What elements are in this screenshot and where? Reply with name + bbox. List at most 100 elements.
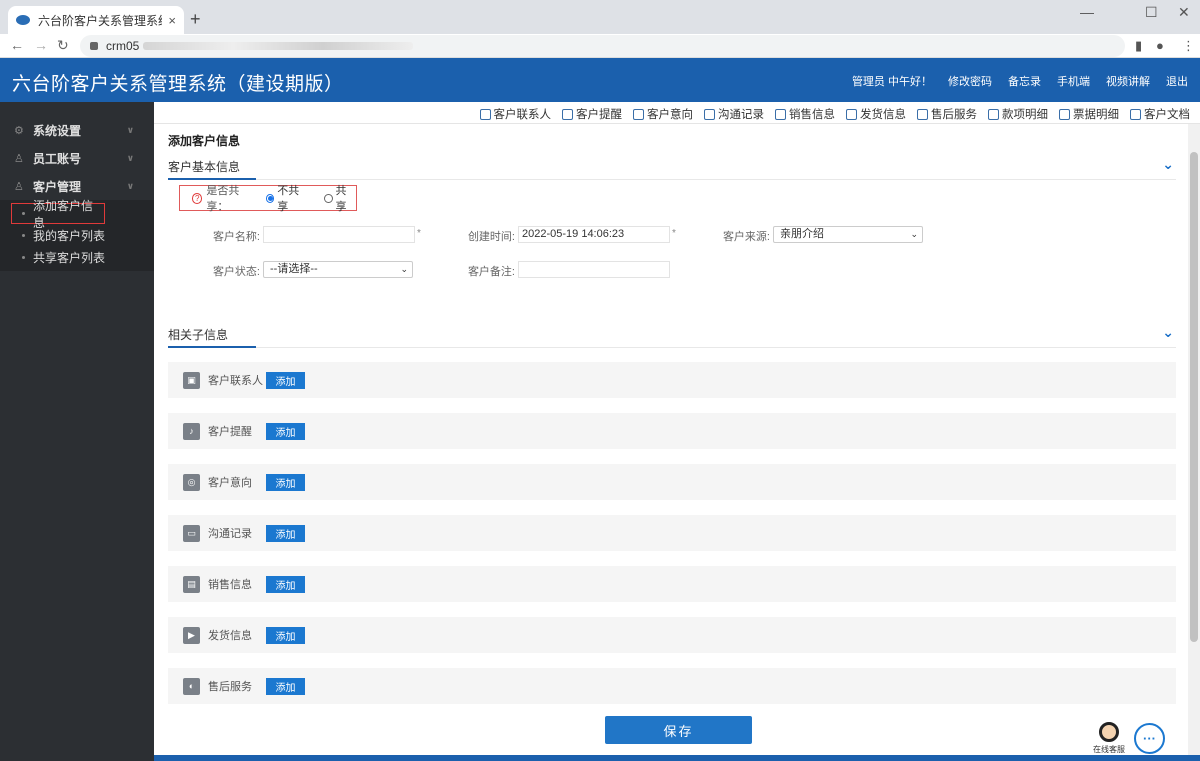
sub-card-label: 客户意向	[208, 477, 252, 489]
browser-tab[interactable]: 六台阶客户关系管理系统（建设期 ×	[8, 6, 184, 34]
toolbar-after-sales[interactable]: 售后服务	[917, 106, 977, 122]
sidebar-top-spacer	[0, 102, 154, 116]
logout-link[interactable]: 退出	[1166, 73, 1188, 89]
chevron-down-icon[interactable]: ⌄	[1162, 324, 1174, 341]
maximize-window-button[interactable]: ☐	[1145, 4, 1158, 21]
required-mark: *	[672, 228, 676, 239]
browser-menu-icon[interactable]: ⋮	[1182, 38, 1195, 54]
mobile-link[interactable]: 手机端	[1057, 73, 1090, 89]
scrollbar-thumb[interactable]	[1190, 152, 1198, 642]
main-content: 添加客户信息 客户基本信息 ⌄ ? 是否共享： 不共享 共享 客户名称: * 创…	[154, 124, 1188, 761]
reload-icon[interactable]: ↻	[57, 37, 69, 54]
main-scrollbar[interactable]	[1188, 124, 1200, 761]
sidebar-group-system-settings[interactable]: ⚙ 系统设置 ∨	[0, 116, 154, 144]
add-reminder-button[interactable]: 添加	[266, 422, 305, 440]
toolbar-payment-details[interactable]: 款项明细	[988, 106, 1048, 122]
profile-avatar-icon[interactable]: ●	[1156, 38, 1164, 53]
site-favicon-icon	[16, 15, 30, 25]
add-after-sales-button[interactable]: 添加	[266, 677, 305, 695]
memo-link[interactable]: 备忘录	[1008, 73, 1041, 89]
address-bar[interactable]: crm05	[80, 35, 1125, 57]
add-intent-button[interactable]: 添加	[266, 473, 305, 491]
minimize-window-button[interactable]: —	[1080, 4, 1094, 20]
customer-remark-label: 客户备注:	[467, 266, 515, 278]
customer-management-submenu: 添加客户信息 我的客户列表 共享客户列表	[0, 199, 154, 271]
sidebar-item-my-customers[interactable]: 我的客户列表	[0, 224, 154, 246]
section-title: 客户基本信息	[168, 158, 256, 180]
service-agent-avatar	[1099, 722, 1119, 742]
radio-label-shared[interactable]: 共享	[336, 182, 357, 214]
lock-icon	[90, 42, 98, 50]
related-info-section-header: 相关子信息 ⌄	[168, 324, 1176, 348]
sidebar-group-customer-management[interactable]: ♙ 客户管理 ∨	[0, 172, 154, 200]
customer-remark-input[interactable]	[518, 261, 670, 278]
toolbar-invoice-details[interactable]: 票据明细	[1059, 106, 1119, 122]
gear-icon: ⚙	[14, 124, 24, 137]
new-tab-button[interactable]: +	[190, 9, 201, 30]
sub-card-label: 客户提醒	[208, 426, 252, 438]
truck-icon: ▶	[183, 626, 200, 644]
sub-card-label: 售后服务	[208, 681, 252, 693]
sidebar-group-staff-accounts[interactable]: ♙ 员工账号 ∨	[0, 144, 154, 172]
greeting-text: 管理员 中午好！	[851, 76, 932, 88]
customer-source-select[interactable]: 亲朋介绍 ⌄	[773, 226, 923, 243]
close-window-button[interactable]: ✕	[1178, 4, 1190, 21]
person-intent-icon: ◎	[183, 473, 200, 491]
sub-card-reminders: ♪ 客户提醒 添加	[168, 413, 1176, 449]
radio-label-not-shared[interactable]: 不共享	[277, 182, 308, 214]
sub-card-communication: ▭ 沟通记录 添加	[168, 515, 1176, 551]
app-title: 六台阶客户关系管理系统（建设期版）	[12, 74, 344, 95]
toolbar-customer-contacts[interactable]: 客户联系人	[479, 106, 551, 122]
bullet-icon	[22, 255, 25, 259]
sidebar-item-label: 添加客户信息	[32, 198, 93, 230]
online-service-widget[interactable]: 在线客服	[1091, 722, 1127, 756]
sales-chart-icon: ▤	[183, 575, 200, 593]
chat-bubble-icon: ▭	[183, 524, 200, 542]
toolbar-label: 客户文档	[1144, 109, 1190, 121]
question-icon: ?	[192, 192, 203, 204]
toolbar-customer-intent[interactable]: 客户意向	[633, 106, 693, 122]
add-communication-button[interactable]: 添加	[266, 524, 305, 542]
chevron-down-icon: ∨	[126, 152, 134, 163]
add-sales-button[interactable]: 添加	[266, 575, 305, 593]
save-button[interactable]: 保存	[605, 716, 752, 744]
toolbar-communication-records[interactable]: 沟通记录	[704, 106, 764, 122]
toolbar-sales-info[interactable]: 销售信息	[775, 106, 835, 122]
forward-arrow-icon[interactable]: →	[34, 37, 48, 53]
add-contact-button[interactable]: 添加	[266, 371, 305, 389]
sub-info-toolbar: 客户联系人 客户提醒 客户意向 沟通记录 销售信息 发货信息 售后服务 款项明细…	[154, 102, 1200, 124]
back-arrow-icon[interactable]: ←	[10, 37, 24, 53]
toolbar-label: 发货信息	[860, 109, 906, 121]
add-shipping-button[interactable]: 添加	[266, 626, 305, 644]
toolbar-customer-reminders[interactable]: 客户提醒	[562, 106, 622, 122]
chat-icon[interactable]: ···	[1134, 723, 1165, 754]
users-icon: ♙	[14, 180, 24, 193]
sidebar-item-add-customer[interactable]: 添加客户信息	[11, 199, 105, 230]
radio-shared[interactable]	[323, 193, 333, 203]
sub-card-label: 沟通记录	[208, 528, 252, 540]
chat-bubble-icon	[704, 108, 715, 120]
change-password-link[interactable]: 修改密码	[948, 73, 992, 89]
sub-card-shipping: ▶ 发货信息 添加	[168, 617, 1176, 653]
sub-card-intent: ◎ 客户意向 添加	[168, 464, 1176, 500]
chevron-down-icon[interactable]: ⌄	[1162, 156, 1174, 173]
sidebar-toggle-icon[interactable]: ▮	[1135, 38, 1142, 54]
close-tab-icon[interactable]: ×	[168, 13, 176, 28]
video-tutorial-link[interactable]: 视频讲解	[1106, 73, 1150, 89]
customer-name-input[interactable]	[263, 226, 415, 243]
sub-card-label: 发货信息	[208, 630, 252, 642]
toolbar-shipping-info[interactable]: 发货信息	[846, 106, 906, 122]
online-service-label: 在线客服	[1093, 745, 1125, 754]
chevron-down-icon: ∨	[126, 180, 134, 191]
contact-card-icon	[479, 108, 491, 120]
customer-status-select[interactable]: --请选择-- ⌄	[263, 261, 413, 278]
radio-not-shared[interactable]	[265, 193, 275, 203]
created-time-input[interactable]: 2022-05-19 14:06:23	[518, 226, 670, 243]
toolbar-customer-documents[interactable]: 客户文档	[1130, 106, 1190, 122]
app-header: 六台阶客户关系管理系统（建设期版） 管理员 中午好！ 修改密码 备忘录 手机端 …	[0, 58, 1200, 102]
sidebar-item-shared-customers[interactable]: 共享客户列表	[0, 246, 154, 268]
sidebar-group-label: 客户管理	[33, 179, 82, 194]
chevron-down-icon: ⌄	[400, 264, 408, 274]
bottom-accent-bar	[154, 755, 1200, 761]
invoice-icon	[1059, 108, 1070, 120]
